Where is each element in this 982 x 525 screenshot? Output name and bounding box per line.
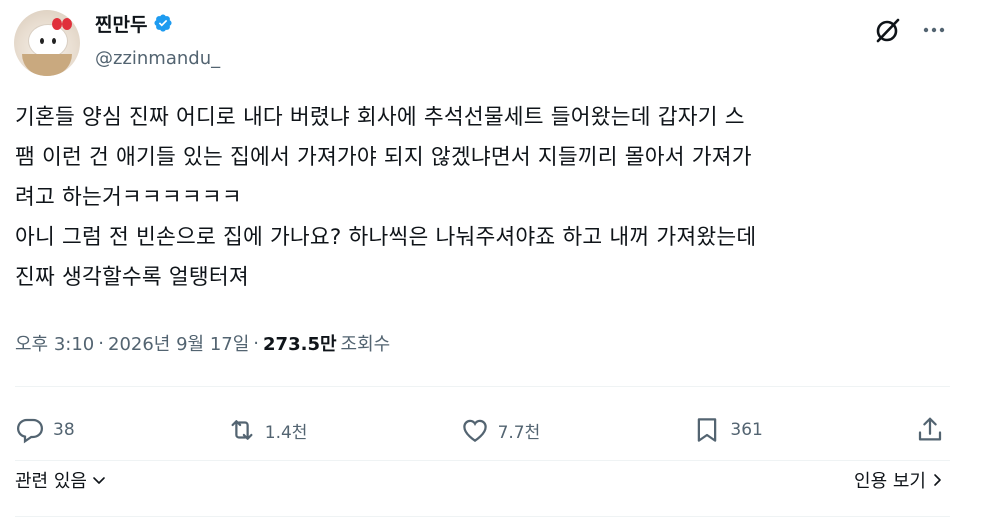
repost-button[interactable]: 1.4천 — [227, 415, 308, 445]
meta-separator: · — [98, 332, 104, 354]
author-name[interactable]: 찐만두 — [95, 10, 147, 37]
bookmark-icon — [698, 418, 717, 442]
bookmark-button[interactable]: 361 — [692, 415, 763, 445]
tweet-time[interactable]: 오후 3:10 — [15, 330, 94, 356]
share-button[interactable] — [915, 415, 945, 445]
view-quotes-label: 인용 보기 — [854, 471, 926, 492]
tweet-line: 려고 하는거ㅋㅋㅋㅋㅋㅋ — [15, 185, 242, 210]
author-handle[interactable]: @zzinmandu_ — [95, 48, 220, 69]
tweet-line: 기혼들 양심 진짜 어디로 내다 버렸냐 회사에 추석선물세트 들어왔는데 갑자… — [15, 105, 745, 130]
share-icon — [918, 417, 942, 441]
action-bar: 38 1.4천 7.7천 361 — [15, 406, 945, 454]
tweet-line: 팸 이런 건 애기들 있는 집에서 가져가야 되지 않겠냐면서 지들끼리 몰아서… — [15, 145, 752, 170]
tweet-line: 진짜 생각할수록 얼탱터져 — [15, 265, 249, 290]
view-count: 273.5만 — [263, 334, 337, 355]
reply-count: 38 — [53, 420, 75, 440]
avatar-bowl — [22, 54, 72, 76]
repost-count: 1.4천 — [264, 422, 308, 443]
chevron-right-icon — [934, 474, 941, 486]
view-quotes-link[interactable]: 인용 보기 — [854, 467, 944, 493]
tweet-line: 아니 그럼 전 빈손으로 집에 가나요? 하나씩은 나눠주셔야죠 하고 내꺼 가… — [15, 225, 757, 250]
tweet-text: 기혼들 양심 진짜 어디로 내다 버렸냐 회사에 추석선물세트 들어왔는데 갑자… — [15, 98, 960, 298]
meta-separator: · — [253, 332, 260, 354]
tweet-meta: 오후 3:10 · 2026년 9월 17일 · 273.5만 조회수 — [15, 330, 390, 356]
view-label: 조회수 — [340, 334, 391, 355]
reply-button[interactable]: 38 — [15, 415, 75, 445]
like-count: 7.7천 — [497, 422, 541, 443]
like-icon — [462, 419, 487, 442]
more-icon[interactable] — [918, 14, 950, 46]
divider — [15, 516, 950, 517]
tweet-date[interactable]: 2026년 9월 17일 — [108, 330, 249, 356]
verified-badge-icon[interactable] — [153, 13, 173, 33]
avatar-bow — [52, 18, 72, 32]
avatar-eye — [52, 38, 56, 44]
repost-icon — [231, 420, 253, 440]
divider — [15, 460, 950, 461]
chevron-down-icon — [93, 477, 105, 484]
avatar-eye — [40, 38, 44, 44]
author-name-row: 찐만두 — [95, 10, 173, 37]
bookmark-count: 361 — [730, 420, 763, 440]
divider — [15, 386, 950, 387]
like-button[interactable]: 7.7천 — [460, 415, 541, 445]
avatar[interactable] — [14, 10, 80, 76]
grok-icon[interactable] — [872, 14, 904, 46]
related-toggle[interactable]: 관련 있음 — [15, 467, 107, 493]
reply-icon — [16, 418, 44, 444]
related-label: 관련 있음 — [15, 471, 87, 492]
